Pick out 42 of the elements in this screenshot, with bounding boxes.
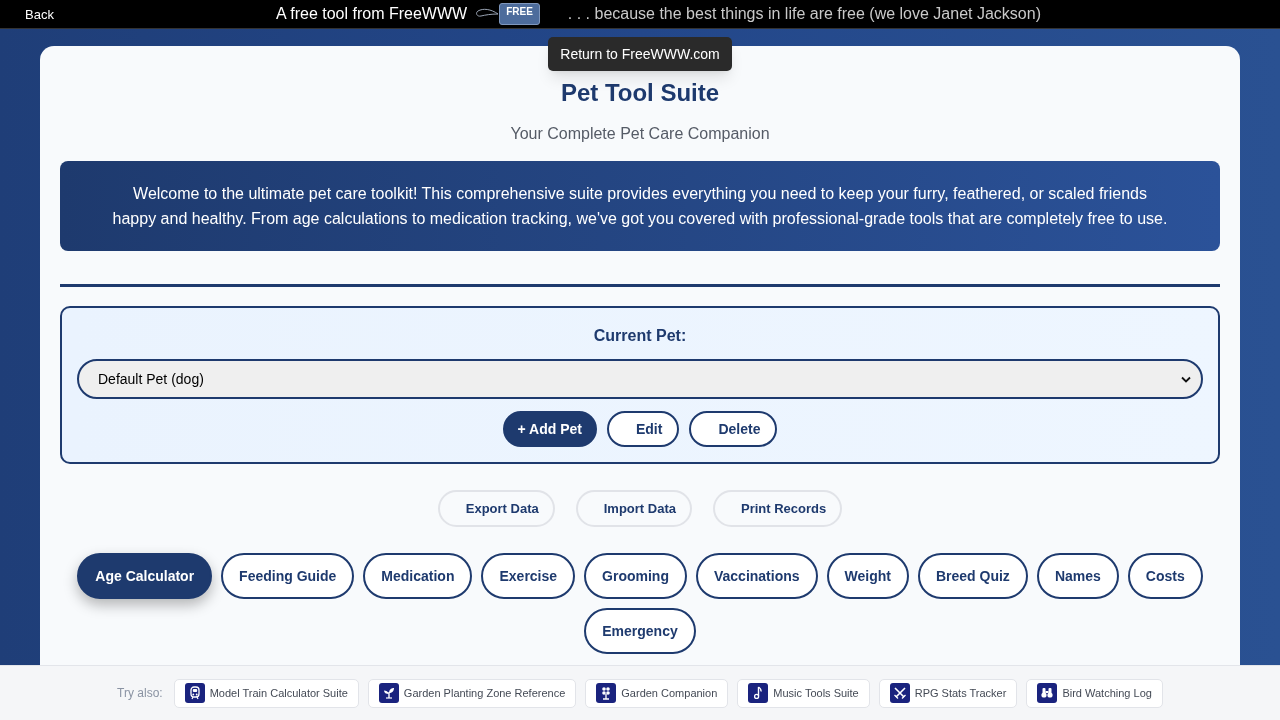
page-title: Pet Tool Suite [560, 78, 720, 108]
tool-tab[interactable]: Vaccinations [695, 553, 818, 599]
intro-text: Welcome to the ultimate pet care toolkit! This comprehensive suite provides everything you need to keep your furry, feathered, or scaled friends happy and healthy. From age calculations to medication tracking, we've got you covered with professional-grade tools that are completely free to use. [111, 184, 1169, 229]
chevron-down-icon [1181, 375, 1191, 383]
current-pet-label: Current Pet: [593, 326, 687, 346]
data-button[interactable]: Print Records [712, 490, 843, 527]
add-pet-button[interactable]: + Add Pet [502, 411, 597, 447]
seedling-icon [378, 683, 399, 703]
train-icon [184, 683, 205, 703]
crossed-swords-icon [889, 683, 910, 703]
tool-tab[interactable]: Feeding Guide [221, 553, 355, 599]
pet-action-button[interactable]: Delete [689, 411, 778, 447]
free-tag-logo[interactable]: FREE [499, 3, 540, 25]
binoculars-icon [1037, 683, 1058, 703]
suggested-tool-link[interactable]: Music Tools Suite [737, 678, 870, 708]
tool-tab[interactable]: Exercise [481, 553, 576, 599]
back-link[interactable]: Back [25, 7, 54, 21]
suggested-tool-link[interactable]: Garden Planting Zone Reference [367, 678, 577, 708]
motto-text: . . . because the best things in life are free (we love Janet Jackson) [567, 4, 1041, 24]
suggested-tool-link[interactable]: Garden Companion [585, 678, 729, 708]
tool-tab[interactable]: Breed Quiz [917, 553, 1028, 599]
tool-tab[interactable]: Names [1036, 553, 1119, 599]
pet-action-button[interactable]: Edit [606, 411, 680, 447]
suggested-tool-link[interactable]: Bird Watching Log [1026, 678, 1163, 708]
tool-tab[interactable]: Costs [1127, 553, 1203, 599]
tool-tab[interactable]: Age Calculator [77, 553, 213, 599]
try-also-label: Try also: [117, 685, 163, 702]
tooltip: Return to FreeWWW.com [548, 37, 732, 71]
flower-grid-icon [596, 683, 617, 703]
pet-select[interactable]: Default Pet (dog) [77, 359, 1203, 399]
tag-string-icon [475, 8, 500, 20]
tool-tab[interactable]: Grooming [584, 553, 687, 599]
tool-tab[interactable]: Weight [826, 553, 909, 599]
data-button[interactable]: Import Data [575, 490, 692, 527]
tool-tab[interactable]: Emergency [584, 608, 696, 654]
suggested-tool-link[interactable]: RPG Stats Tracker [878, 678, 1018, 708]
music-note-icon [748, 683, 769, 703]
tagline: A free tool from FreeWWW [276, 4, 468, 24]
suggested-tool-link[interactable]: Model Train Calculator Suite [173, 678, 359, 708]
page-subtitle: Your Complete Pet Care Companion [510, 124, 770, 144]
data-button[interactable]: Export Data [437, 490, 555, 527]
tool-tab[interactable]: Medication [363, 553, 473, 599]
